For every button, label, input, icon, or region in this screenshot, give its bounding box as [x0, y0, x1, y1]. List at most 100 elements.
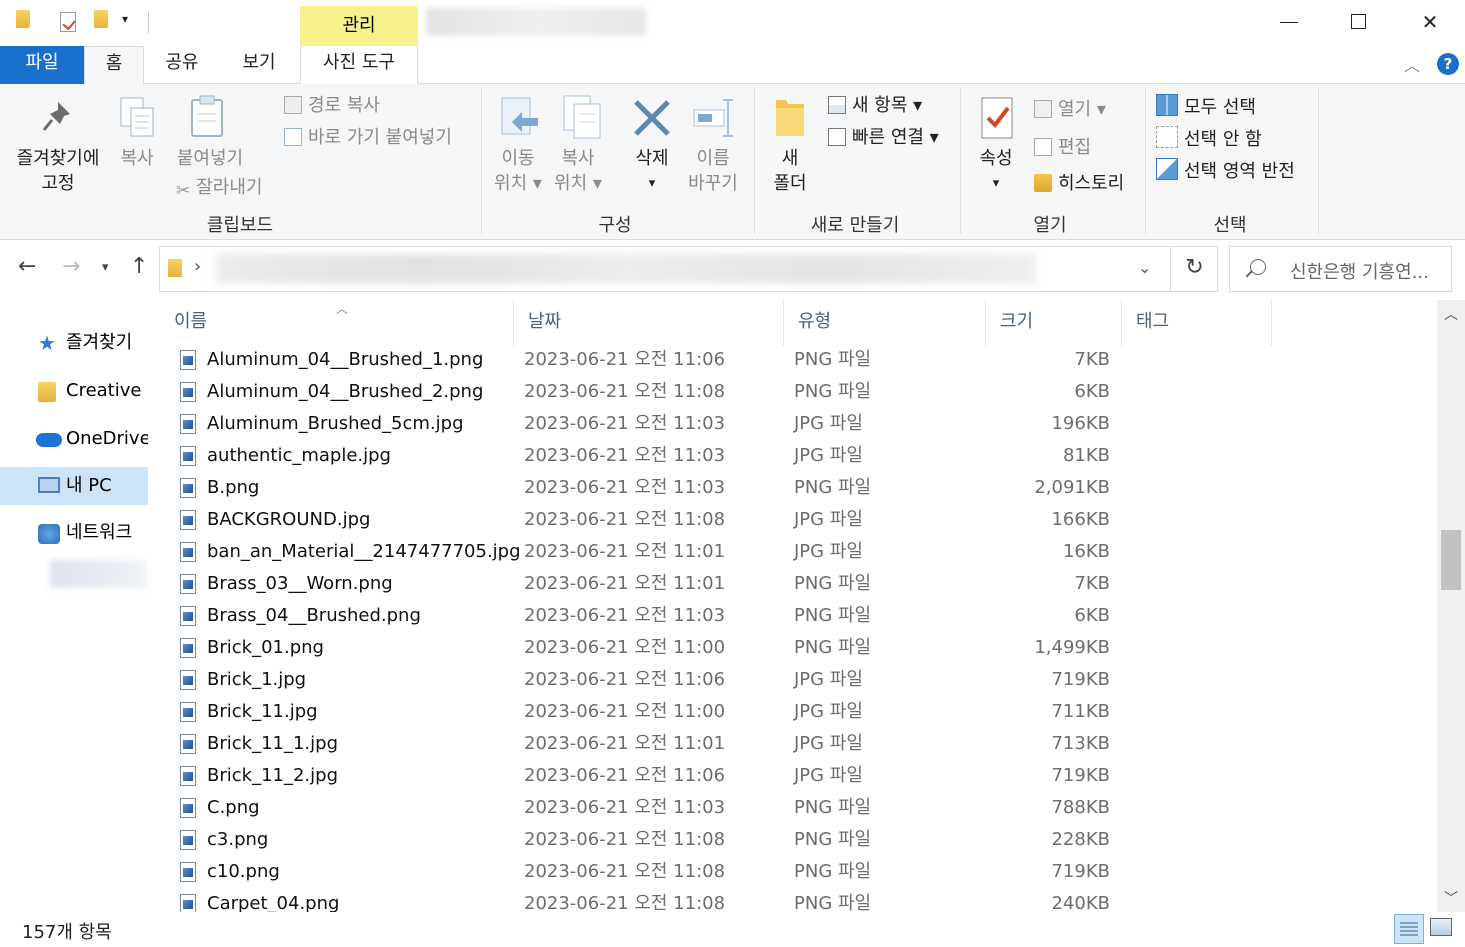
search-box[interactable]: 신한은행 기흥연...	[1229, 246, 1452, 292]
back-button[interactable]: ←	[18, 254, 36, 279]
folder-icon	[168, 259, 182, 277]
file-size: 7KB	[1074, 573, 1110, 594]
file-row[interactable]: Carpet_04.png 2023-06-21 오전 11:08 PNG 파일 24…	[160, 888, 1435, 912]
collapse-ribbon-icon[interactable]: ︿	[1404, 52, 1420, 76]
image-file-icon	[180, 478, 196, 498]
file-row[interactable]: Brick_11_2.jpg 2023-06-21 오전 11:06 JPG 파일 7…	[160, 760, 1435, 792]
move-to-button[interactable]: 이동 위치 ▾	[488, 146, 548, 196]
column-header-tags[interactable]: 태그	[1122, 300, 1272, 346]
breadcrumb[interactable]	[216, 254, 1036, 284]
file-row[interactable]: c10.png 2023-06-21 오전 11:08 PNG 파일 719KB	[160, 856, 1435, 888]
cut-button[interactable]: ✂ 잘라내기	[176, 176, 263, 201]
file-row[interactable]: Aluminum_04__Brushed_2.png 2023-06-21 오전 …	[160, 376, 1435, 408]
properties-quick-access-icon[interactable]	[60, 12, 76, 32]
details-view-button[interactable]	[1394, 914, 1424, 944]
file-list: 이름 ︿ 날짜 유형 크기 태그 Aluminum_04__Brushed_1.…	[160, 300, 1435, 912]
scroll-up-icon[interactable]: ︿	[1437, 304, 1465, 324]
nav-item[interactable]	[50, 560, 146, 588]
new-folder-quick-access-icon[interactable]	[94, 10, 108, 28]
file-row[interactable]: B.png 2023-06-21 오전 11:03 PNG 파일 2,091KB	[160, 472, 1435, 504]
scroll-thumb[interactable]	[1441, 530, 1461, 590]
refresh-button[interactable]: ↻	[1170, 246, 1218, 292]
tab-home[interactable]: 홈	[84, 46, 144, 85]
close-button[interactable]: ✕	[1395, 0, 1465, 44]
properties-button[interactable]: 속성 ▾	[968, 146, 1024, 196]
history-button[interactable]: 히스토리	[1034, 172, 1124, 196]
nav-item-creative-cloud[interactable]: Creative Cloud Files	[0, 372, 148, 410]
file-row[interactable]: authentic_maple.jpg 2023-06-21 오전 11:03 JP…	[160, 440, 1435, 472]
open-button[interactable]: 열기 ▾	[1034, 98, 1106, 122]
customize-quick-access-icon[interactable]: ▾	[122, 12, 128, 26]
help-icon[interactable]: ?	[1437, 53, 1459, 75]
file-name: Brick_01.png	[207, 637, 324, 658]
image-file-icon	[180, 542, 196, 562]
file-row[interactable]: c3.png 2023-06-21 오전 11:08 PNG 파일 228KB	[160, 824, 1435, 856]
tab-photo-tools[interactable]: 사진 도구	[300, 46, 418, 84]
copy-path-icon	[284, 96, 302, 114]
large-icons-view-button[interactable]	[1430, 918, 1452, 936]
tab-view[interactable]: 보기	[226, 46, 292, 84]
edit-button[interactable]: 편집	[1034, 136, 1091, 160]
search-input[interactable]: 신한은행 기흥연...	[1290, 258, 1429, 284]
file-row[interactable]: Aluminum_04__Brushed_1.png 2023-06-21 오전 …	[160, 344, 1435, 376]
file-row[interactable]: Brick_11_1.jpg 2023-06-21 오전 11:01 JPG 파일 7…	[160, 728, 1435, 760]
invert-selection-button[interactable]: 선택 영역 반전	[1156, 158, 1295, 184]
breadcrumb-chevron-icon[interactable]: ›	[194, 256, 201, 277]
select-none-button[interactable]: 선택 안 함	[1156, 126, 1262, 152]
file-row[interactable]: Brass_03__Worn.png 2023-06-21 오전 11:01 PNG…	[160, 568, 1435, 600]
rename-button[interactable]: 이름 바꾸기	[680, 146, 746, 196]
tab-file[interactable]: 파일	[0, 46, 84, 84]
file-date: 2023-06-21 오전 11:03	[524, 413, 726, 434]
file-row[interactable]: C.png 2023-06-21 오전 11:03 PNG 파일 788KB	[160, 792, 1435, 824]
new-folder-button[interactable]: 새 폴더	[762, 146, 818, 196]
file-row[interactable]: BACKGROUND.jpg 2023-06-21 오전 11:08 JPG 파일 1…	[160, 504, 1435, 536]
copy-to-button[interactable]: 복사 위치 ▾	[548, 146, 608, 196]
file-row[interactable]: Brick_01.png 2023-06-21 오전 11:00 PNG 파일 1,4…	[160, 632, 1435, 664]
file-row[interactable]: Brick_11.jpg 2023-06-21 오전 11:00 JPG 파일 711…	[160, 696, 1435, 728]
vertical-scrollbar[interactable]: ︿ ﹀	[1437, 300, 1465, 912]
recent-locations-button[interactable]: ▾	[102, 260, 109, 275]
file-size: 6KB	[1074, 605, 1110, 626]
column-header-type[interactable]: 유형	[784, 300, 986, 346]
nav-item-this-pc[interactable]: 내 PC	[0, 467, 148, 505]
search-icon	[1250, 259, 1266, 275]
file-row[interactable]: Brass_04__Brushed.png 2023-06-21 오전 11:03…	[160, 600, 1435, 632]
open-group-label: 열기	[1033, 215, 1067, 236]
up-button[interactable]: ↑	[130, 254, 148, 279]
properties-icon	[981, 97, 1013, 139]
delete-button[interactable]: 삭제 ▾	[622, 146, 682, 196]
copy-button[interactable]: 복사	[112, 146, 162, 171]
star-icon: ★	[38, 331, 56, 355]
pin-label-line1: 즐겨찾기에	[16, 148, 100, 169]
tab-share[interactable]: 공유	[150, 46, 214, 84]
file-row[interactable]: Aluminum_Brushed_5cm.jpg 2023-06-21 오전 11…	[160, 408, 1435, 440]
nav-item-quick-access[interactable]: ★ 즐겨찾기	[0, 324, 148, 362]
file-row[interactable]: Brick_1.jpg 2023-06-21 오전 11:06 JPG 파일 719K…	[160, 664, 1435, 696]
paste-button[interactable]: 붙여넣기	[168, 146, 252, 171]
forward-button[interactable]: →	[62, 254, 80, 279]
move-to-label-line2: 위치 ▾	[494, 173, 542, 194]
nav-item-network[interactable]: 네트워크	[0, 514, 148, 552]
address-history-dropdown[interactable]: ⌄	[1138, 258, 1151, 277]
file-size: 2,091KB	[1034, 477, 1110, 498]
file-name: Brass_04__Brushed.png	[207, 605, 421, 626]
scroll-down-icon[interactable]: ﹀	[1437, 888, 1465, 908]
nav-item-onedrive[interactable]: OneDrive	[0, 420, 148, 458]
image-file-icon	[180, 638, 196, 658]
minimize-button[interactable]	[1255, 0, 1325, 44]
easy-access-button[interactable]: 빠른 연결 ▾	[828, 126, 939, 150]
select-all-button[interactable]: 모두 선택	[1156, 94, 1256, 120]
image-file-icon	[180, 350, 196, 370]
column-header-size[interactable]: 크기	[986, 300, 1122, 346]
file-row[interactable]: ban_an_Material__2147477705.jpg 2023-06-2…	[160, 536, 1435, 568]
copy-path-button[interactable]: 경로 복사	[284, 94, 380, 118]
file-name: C.png	[207, 797, 260, 818]
paste-shortcut-button[interactable]: 바로 가기 붙여넣기	[284, 126, 452, 150]
column-header-date[interactable]: 날짜	[514, 300, 784, 346]
image-file-icon	[180, 894, 196, 912]
maximize-button[interactable]	[1323, 0, 1393, 44]
new-item-button[interactable]: 새 항목 ▾	[828, 94, 922, 118]
title-bar: ▾ 관리 ✕	[0, 0, 1465, 46]
pin-to-quick-access-button[interactable]: 즐겨찾기에 고정	[8, 146, 108, 196]
pin-icon	[42, 102, 70, 131]
